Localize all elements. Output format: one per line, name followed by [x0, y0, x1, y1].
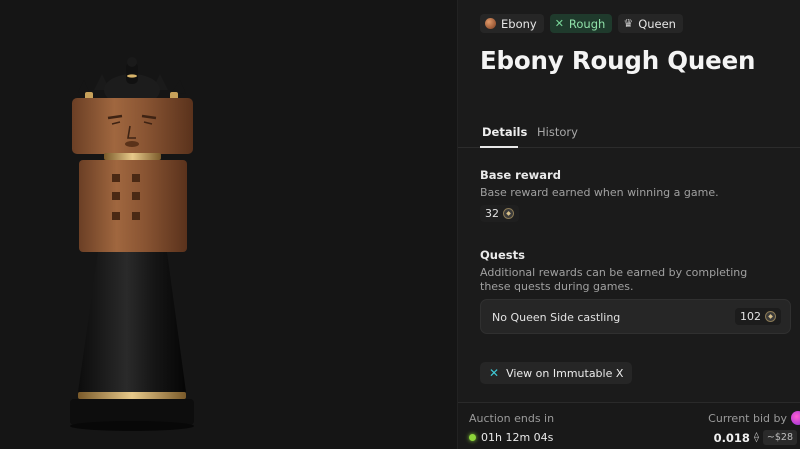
- queen-piece-image: [70, 57, 194, 431]
- current-bid-usd: ~$28: [762, 430, 797, 445]
- tag-label: Rough: [568, 16, 606, 31]
- tag-label: Queen: [638, 16, 676, 31]
- base-reward-amount: 32: [485, 207, 499, 220]
- rough-texture-icon: ✕: [554, 17, 564, 30]
- crown-icon: ♛: [623, 17, 634, 30]
- page-title: Ebony Rough Queen: [480, 46, 756, 75]
- active-tab-indicator: [480, 146, 518, 148]
- tag-queen[interactable]: ♛ Queen: [618, 14, 683, 33]
- view-on-immutable-x-label: View on Immutable X: [506, 366, 624, 380]
- auction-time-left: 01h 12m 04s: [481, 431, 554, 444]
- quests-title: Quests: [480, 248, 525, 262]
- eth-icon: ⟠: [753, 431, 759, 443]
- auction-footer: Auction ends in Current bid by 01h 12m 0…: [458, 402, 800, 449]
- tag-list: Ebony ✕ Rough ♛ Queen: [480, 14, 683, 33]
- quest-label: No Queen Side castling: [492, 311, 621, 324]
- current-bid-eth: 0.018: [713, 430, 750, 445]
- base-reward-title: Base reward: [480, 168, 561, 182]
- tab-details[interactable]: Details: [482, 125, 527, 139]
- base-reward-description: Base reward earned when winning a game.: [480, 186, 719, 199]
- quest-reward-amount: 102: [740, 310, 761, 323]
- quest-item: No Queen Side castling 102 ◆: [480, 299, 791, 334]
- piece-preview-panel: [0, 0, 457, 449]
- tab-history[interactable]: History: [537, 125, 578, 139]
- auction-ends-label: Auction ends in: [469, 412, 555, 425]
- ebony-swatch-icon: [485, 18, 496, 29]
- details-panel: Ebony ✕ Rough ♛ Queen Ebony Rough Queen …: [457, 0, 800, 449]
- quest-reward: 102 ◆: [735, 308, 781, 325]
- bidder-avatar[interactable]: [791, 411, 800, 425]
- tag-ebony[interactable]: Ebony: [480, 14, 544, 33]
- view-on-immutable-x-button[interactable]: ✕ View on Immutable X: [480, 362, 633, 384]
- immutable-x-icon: ✕: [489, 366, 500, 380]
- auction-timer: 01h 12m 04s: [469, 431, 553, 444]
- current-bid: 0.018 ⟠ ~$28: [714, 430, 797, 445]
- tab-bar: Details History: [458, 123, 800, 148]
- token-coin-icon: ◆: [503, 208, 514, 219]
- quests-description: Additional rewards can be earned by comp…: [480, 266, 748, 293]
- current-bid-label: Current bid by: [708, 412, 787, 425]
- tag-label: Ebony: [501, 16, 537, 31]
- base-reward-value: 32 ◆: [480, 205, 519, 222]
- token-coin-icon: ◆: [765, 311, 776, 322]
- tag-rough[interactable]: ✕ Rough: [549, 14, 613, 33]
- live-status-icon: [469, 434, 476, 441]
